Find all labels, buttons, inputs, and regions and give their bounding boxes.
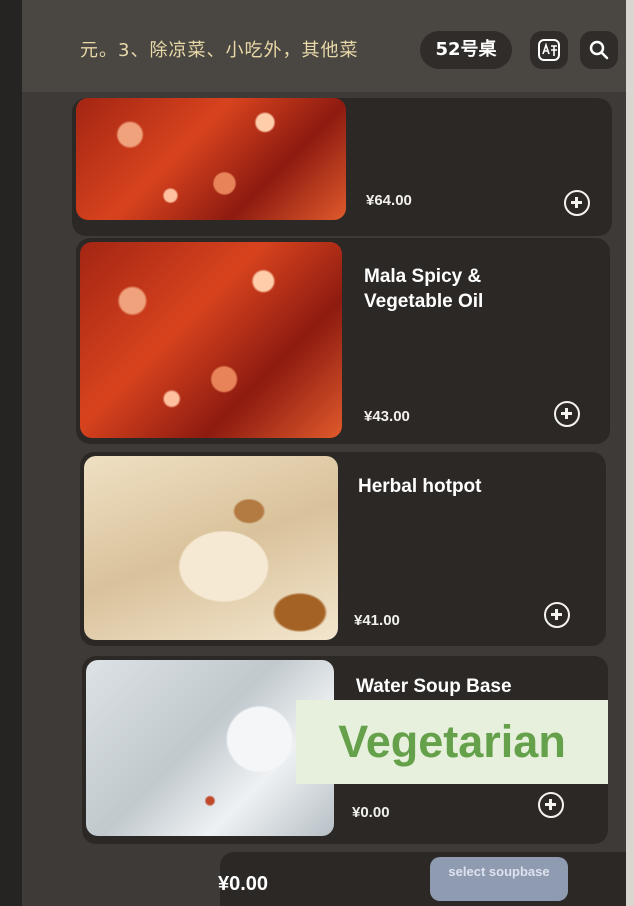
mala-soup-photo: [80, 242, 342, 438]
add-item-button[interactable]: [564, 190, 590, 216]
device-frame-right: [626, 0, 634, 906]
item-price: ¥43.00: [364, 408, 410, 425]
top-bar: 元。3、除凉菜、小吃外，其他菜 52号桌: [22, 0, 634, 92]
menu-item[interactable]: Herbal hotpot ¥41.00: [80, 452, 606, 646]
device-frame-left: [0, 0, 22, 906]
search-button[interactable]: [580, 31, 618, 69]
item-name: Mala Spicy & Vegetable Oil: [364, 266, 484, 312]
vegetarian-label: Vegetarian: [296, 700, 608, 784]
add-item-button[interactable]: [544, 602, 570, 628]
table-number-badge[interactable]: 52号桌: [420, 31, 512, 69]
red-oil-soup-photo: [76, 98, 346, 220]
translate-icon: [538, 39, 560, 61]
item-price: ¥64.00: [366, 192, 412, 209]
select-soupbase-button[interactable]: select soupbase: [430, 857, 568, 901]
menu-item[interactable]: Mala Spicy & Vegetable Oil ¥43.00: [76, 238, 610, 444]
menu-item[interactable]: ¥64.00: [72, 98, 612, 236]
translate-button[interactable]: [530, 31, 568, 69]
add-item-button[interactable]: [538, 792, 564, 818]
cart-total: ¥0.00: [218, 873, 269, 895]
search-icon: [589, 40, 609, 60]
item-name: Water Soup Base: [356, 676, 512, 697]
herbal-soup-photo: [84, 456, 338, 640]
footer-bar: [220, 852, 634, 906]
item-price: ¥41.00: [354, 612, 400, 629]
item-name: Herbal hotpot: [358, 476, 482, 497]
item-price: ¥0.00: [352, 804, 390, 821]
notice-text: 元。3、除凉菜、小吃外，其他菜: [80, 40, 359, 61]
add-item-button[interactable]: [554, 401, 580, 427]
